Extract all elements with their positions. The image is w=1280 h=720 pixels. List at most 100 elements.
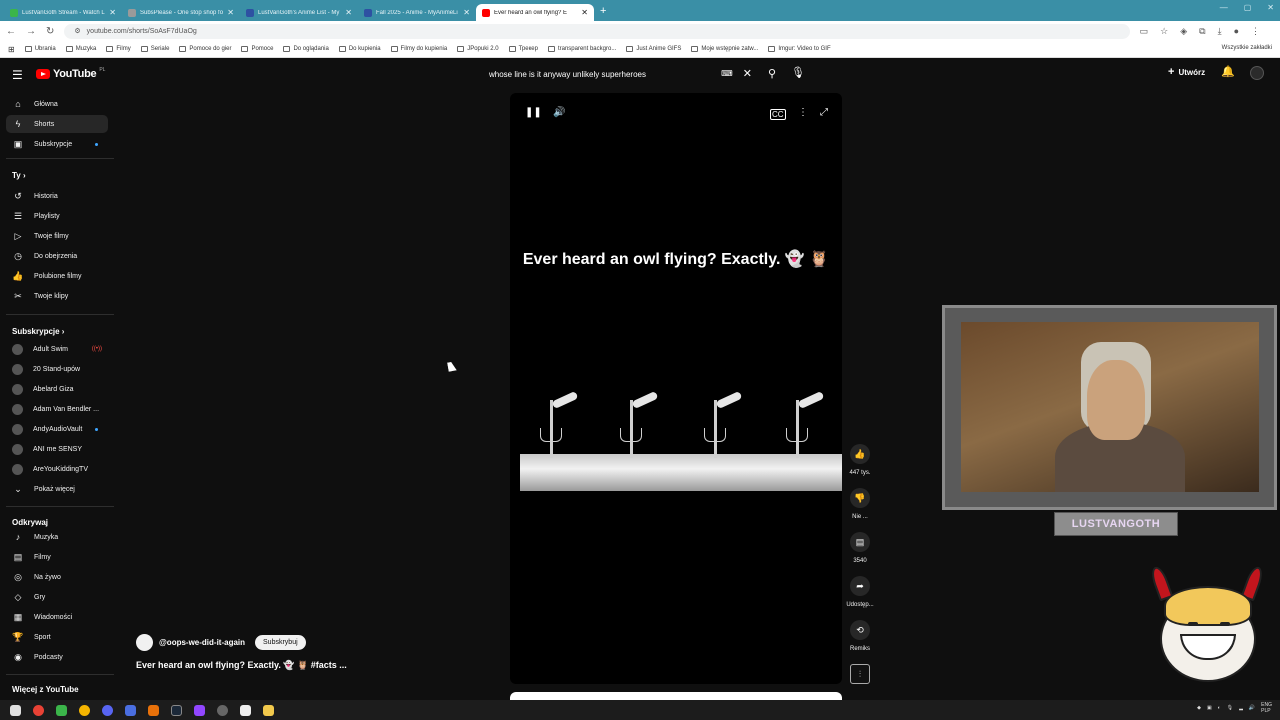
app-icon[interactable] — [56, 704, 67, 716]
minimize-icon[interactable]: — — [1220, 3, 1228, 12]
sidebar-item-explore[interactable]: ▤ Filmy — [6, 548, 108, 566]
language-indicator[interactable]: ENG PLP — [1261, 702, 1272, 714]
sidebar-item-subskrypcje[interactable]: ▣ Subskrypcje — [6, 135, 108, 153]
show-more-button[interactable]: ⌄ Pokaż więcej — [6, 480, 108, 498]
sidebar-item-explore[interactable]: ◇ Gry — [6, 588, 108, 606]
sidebar-item-explore[interactable]: ◉ Podcasty — [6, 648, 108, 666]
sidebar-item-główna[interactable]: ⌂ Główna — [6, 95, 108, 113]
bookmark-item[interactable]: transparent backgro... — [547, 46, 616, 52]
extensions-icon[interactable]: ⧉ — [1199, 26, 1205, 37]
comments-button[interactable]: ▤ 3540 — [846, 532, 874, 564]
subscribe-button[interactable]: Subskrybuj — [255, 635, 306, 650]
tab-close-icon[interactable]: ✕ — [227, 8, 234, 17]
menu-dots-icon[interactable]: ⋮ — [1251, 26, 1260, 37]
back-icon[interactable]: ← — [6, 26, 16, 37]
sidebar-item-you[interactable]: ◷ Do obejrzenia — [6, 247, 108, 265]
mic-tray-icon[interactable]: 🎙 — [1227, 705, 1233, 711]
apps-icon[interactable]: ⊞ — [8, 45, 15, 54]
obs-icon[interactable] — [217, 704, 228, 716]
extension-shield-icon[interactable]: ◈ — [1180, 26, 1187, 37]
bookmark-item[interactable]: Seriale — [140, 46, 169, 52]
subscription-channel[interactable]: AreYouKiddingTV — [6, 460, 108, 478]
sidebar-item-you[interactable]: ▷ Twoje filmy — [6, 227, 108, 245]
sidebar-item-shorts[interactable]: ϟ Shorts — [6, 115, 108, 133]
fullscreen-icon[interactable]: ⤢ — [820, 107, 828, 118]
app-icon[interactable] — [240, 704, 251, 716]
share-button[interactable]: ➦ Udostęp... — [846, 576, 874, 608]
tab-close-icon[interactable]: ✕ — [345, 8, 352, 17]
network-icon[interactable]: ▂ — [1239, 705, 1243, 711]
volume-icon[interactable]: 🔊 — [553, 107, 565, 118]
browser-tab[interactable]: LustVanGoth's Anime List - My ✕ — [240, 4, 358, 21]
browser-tab[interactable]: Ever heard an owl flying? E ✕ — [476, 4, 594, 21]
short-title[interactable]: Ever heard an owl flying? Exactly. 👻 🦉 #… — [136, 660, 496, 671]
sidebar-item-you[interactable]: ↺ Historia — [6, 187, 108, 205]
bookmark-item[interactable]: Pomoce — [241, 46, 273, 52]
close-window-icon[interactable]: ✕ — [1267, 3, 1274, 12]
subscription-channel[interactable]: AndyAudioVault — [6, 420, 108, 438]
bookmark-item[interactable]: Moje wstępnie zatw... — [691, 46, 758, 52]
reload-icon[interactable]: ↻ — [46, 26, 54, 37]
channel-name[interactable]: @oops-we-did-it-again — [159, 638, 245, 647]
bookmark-item[interactable]: Do oglądania — [283, 46, 329, 52]
bookmark-item[interactable]: Filmy — [106, 46, 131, 52]
next-short-preview[interactable] — [510, 692, 842, 700]
sidebar-item-you[interactable]: 👍 Polubione filmy — [6, 267, 108, 285]
notifications-icon[interactable]: 🔔 — [1221, 65, 1235, 78]
remix-button[interactable]: ⟲ Remiks — [846, 620, 874, 652]
maximize-icon[interactable]: ▢ — [1244, 3, 1252, 12]
bookmark-item[interactable]: JPopuki 2.0 — [457, 46, 499, 52]
tray-icon[interactable]: ◐ — [1218, 705, 1221, 711]
subscription-channel[interactable]: Abelard Giza — [6, 380, 108, 398]
bookmark-item[interactable]: Filmy do kupienia — [390, 46, 447, 52]
search-icon[interactable]: ⚲ — [768, 67, 776, 80]
bookmark-item[interactable]: Pomoce do gier — [179, 46, 231, 52]
sidebar-item-you[interactable]: ✂ Twoje klipy — [6, 287, 108, 305]
bookmark-item[interactable]: Do kupienia — [338, 46, 381, 52]
folder-icon[interactable] — [263, 704, 274, 716]
browser-tab[interactable]: SubsPlease - One stop shop fo ✕ — [122, 4, 240, 21]
section-subscriptions[interactable]: Subskrypcje › — [12, 327, 64, 336]
chrome-icon[interactable] — [33, 704, 44, 716]
sidebar-item-explore[interactable]: ▦ Wiadomości — [6, 608, 108, 626]
youtube-logo[interactable]: YouTube PL — [36, 67, 105, 80]
all-bookmarks[interactable]: Wszystkie zakładki — [1222, 45, 1272, 51]
subscription-channel[interactable]: Adam Van Bendler ... — [6, 400, 108, 418]
account-avatar[interactable] — [1250, 66, 1264, 80]
volume-tray-icon[interactable]: 🔊 — [1249, 705, 1255, 711]
sound-button[interactable]: ⫶ — [846, 664, 874, 684]
site-info-icon[interactable]: ⚙ — [74, 27, 80, 35]
sidebar-item-you[interactable]: ☰ Playlisty — [6, 207, 108, 225]
star-icon[interactable]: ☆ — [1160, 26, 1168, 37]
tab-close-icon[interactable]: ✕ — [463, 8, 470, 17]
bookmark-item[interactable]: Muzyka — [65, 46, 96, 52]
start-icon[interactable] — [10, 704, 21, 716]
url-field[interactable]: ⚙ youtube.com/shorts/SoAsF7dUaOg — [64, 23, 1130, 39]
captions-icon[interactable]: CC — [770, 109, 786, 120]
app-icon[interactable] — [79, 704, 90, 716]
profile-icon[interactable]: ● — [1234, 26, 1239, 37]
clear-search-icon[interactable]: ✕ — [743, 67, 752, 80]
tab-close-icon[interactable]: ✕ — [581, 8, 588, 17]
tab-close-icon[interactable]: ✕ — [109, 8, 116, 17]
subscription-channel[interactable]: Adult Swim ((•)) — [6, 340, 108, 358]
more-options-icon[interactable]: ⋮ — [798, 107, 808, 118]
shorts-player[interactable]: ❚❚ 🔊 CC ⋮ ⤢ Ever heard an owl flying? Ex… — [510, 93, 842, 684]
browser-tab[interactable]: LustVanGoth Stream - Watch L ✕ — [4, 4, 122, 21]
voice-search-icon[interactable]: 🎙 — [791, 66, 805, 79]
browser-tab[interactable]: Fall 2025 - Anime - MyAnimeLi ✕ — [358, 4, 476, 21]
install-icon[interactable]: ▭ — [1140, 26, 1149, 37]
app-icon[interactable] — [125, 704, 136, 716]
discord-icon[interactable] — [102, 704, 113, 716]
create-button[interactable]: + Utwórz — [1168, 66, 1205, 78]
keyboard-icon[interactable]: ⌨ — [721, 69, 733, 78]
new-tab-icon[interactable]: + — [600, 5, 606, 17]
menu-icon[interactable]: ☰ — [12, 68, 23, 82]
tray-icon[interactable]: ◆ — [1197, 705, 1201, 711]
app-icon[interactable] — [148, 704, 159, 716]
section-you[interactable]: Ty › — [12, 171, 26, 180]
subscription-channel[interactable]: 20 Stand-upów — [6, 360, 108, 378]
channel-avatar[interactable] — [136, 634, 153, 651]
pause-icon[interactable]: ❚❚ — [525, 107, 542, 118]
downloads-icon[interactable]: ⤓ — [1218, 26, 1222, 37]
